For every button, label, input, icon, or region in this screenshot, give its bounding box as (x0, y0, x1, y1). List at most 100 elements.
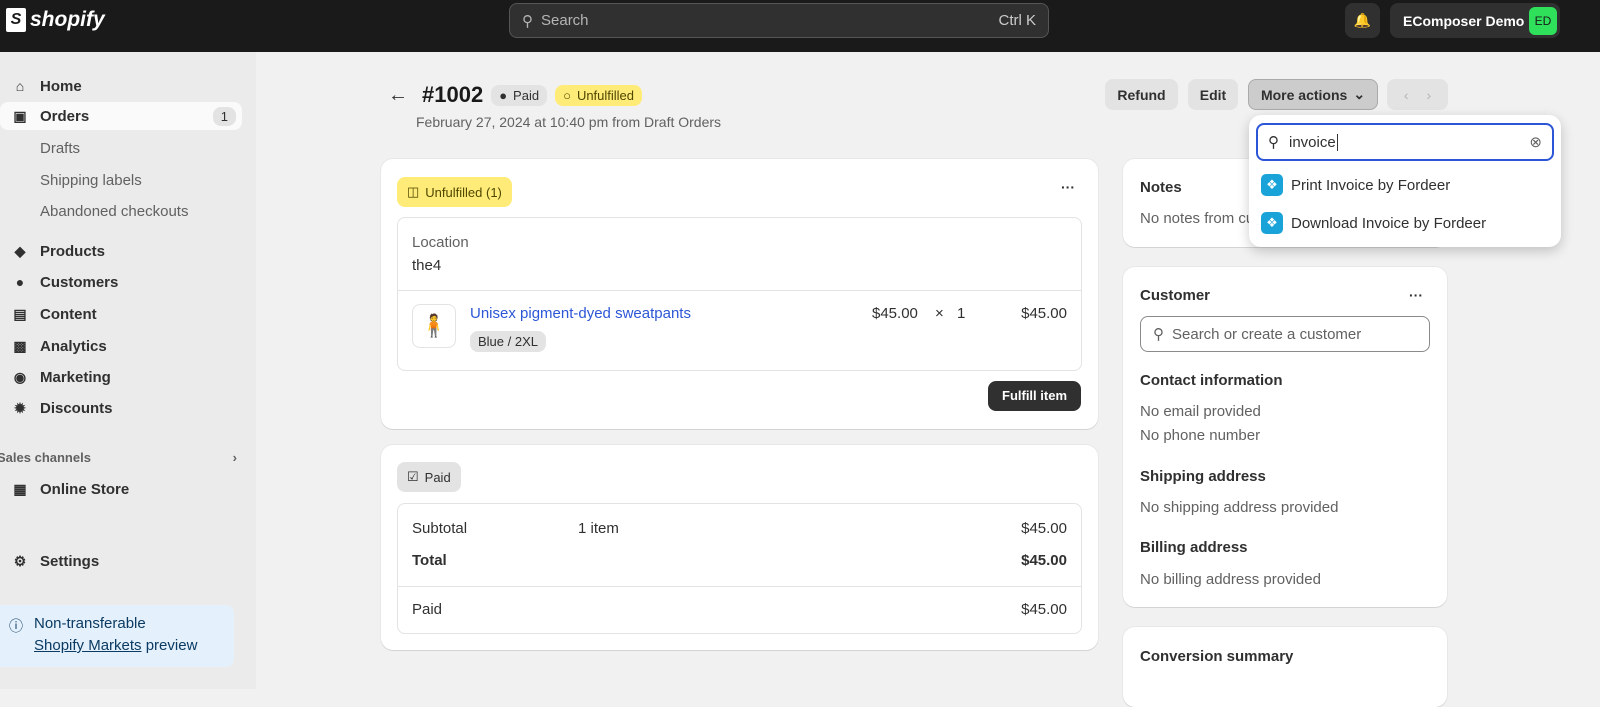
print-invoice-item[interactable]: ❖ Print Invoice by Fordeer (1261, 174, 1450, 196)
times-icon: × (935, 305, 944, 322)
unit-price: $45.00 (872, 305, 918, 322)
shopify-markets-link[interactable]: Shopify Markets (34, 637, 142, 654)
more-actions-button[interactable]: More actions ⌄ (1248, 79, 1378, 110)
target-icon: ◉ (13, 368, 27, 385)
sidebar-item-online-store[interactable]: ▦ Online Store (0, 475, 242, 503)
divider (398, 290, 1081, 291)
store-icon: ▦ (13, 480, 27, 497)
subtotal-value: $45.00 (1021, 520, 1067, 537)
product-thumbnail: 🧍 (412, 304, 456, 348)
refund-button[interactable]: Refund (1105, 79, 1178, 110)
product-link[interactable]: Unisex pigment-dyed sweatpants (470, 305, 691, 322)
fordeer-app-icon: ❖ (1261, 174, 1283, 196)
sales-channels-header[interactable]: Sales channels › (0, 450, 237, 465)
avatar: ED (1529, 6, 1557, 35)
conversion-title: Conversion summary (1140, 648, 1294, 665)
discount-icon: ✹ (14, 399, 26, 416)
person-icon: ● (15, 274, 25, 290)
info-icon: ⓘ (9, 618, 23, 634)
order-pagination: ‹ › (1387, 79, 1448, 110)
shortcut-hint: Ctrl K (998, 12, 1037, 29)
page-title: #1002 (422, 82, 484, 107)
orders-count-badge: 1 (212, 106, 236, 126)
sidebar-item-home[interactable]: ⌂ Home (0, 72, 242, 100)
conversion-card: Conversion summary (1123, 627, 1447, 707)
dot-icon: ● (499, 87, 508, 103)
gear-icon: ⚙ (13, 552, 27, 569)
more-options-icon[interactable]: ··· (1061, 179, 1075, 195)
sidebar-item-abandoned-checkouts[interactable]: Abandoned checkouts (0, 197, 242, 225)
previous-order-icon[interactable]: ‹ (1404, 87, 1409, 103)
sidebar-item-marketing[interactable]: ◉ Marketing (0, 363, 242, 391)
billing-text: No billing address provided (1140, 571, 1321, 588)
billing-title: Billing address (1140, 539, 1248, 556)
inbox-icon: ▣ (13, 107, 27, 124)
payment-summary: Subtotal 1 item $45.00 Total $45.00 Paid… (397, 503, 1082, 634)
circle-icon: ○ (563, 87, 571, 103)
subtotal-label: Subtotal (412, 520, 468, 537)
global-search[interactable]: ⚲ Search Ctrl K (509, 3, 1049, 38)
search-icon: ⚲ (1268, 134, 1279, 151)
sidebar-item-settings[interactable]: ⚙ Settings (0, 547, 242, 575)
variant-badge: Blue / 2XL (470, 331, 546, 352)
sidebar-item-analytics[interactable]: ▩ Analytics (0, 332, 242, 360)
fordeer-app-icon: ❖ (1261, 212, 1283, 234)
search-icon: ⚲ (1153, 326, 1164, 343)
sidebar: ⌂ Home ▣ Orders 1 Drafts Shipping labels Ab… (0, 52, 256, 689)
contact-title: Contact information (1140, 372, 1283, 389)
chevron-down-icon: ⌄ (1353, 86, 1366, 102)
sidebar-item-orders[interactable]: ▣ Orders 1 (0, 102, 242, 130)
phone-text: No phone number (1140, 427, 1261, 444)
divider (398, 586, 1081, 587)
back-arrow-icon[interactable]: ← (388, 84, 408, 107)
order-date: February 27, 2024 at 10:40 pm from Draft… (416, 114, 722, 130)
total-value: $45.00 (1021, 552, 1067, 569)
edit-button[interactable]: Edit (1188, 79, 1238, 110)
action-search-input[interactable]: ⚲ invoice ⊗ (1256, 123, 1554, 161)
more-options-icon[interactable]: ··· (1409, 287, 1423, 303)
download-invoice-item[interactable]: ❖ Download Invoice by Fordeer (1261, 212, 1486, 234)
line-items: Location the4 🧍 Unisex pigment-dyed swea… (397, 217, 1082, 371)
next-order-icon[interactable]: › (1427, 87, 1432, 103)
customer-search-input[interactable]: ⚲ Search or create a customer (1140, 316, 1430, 352)
paid-label: Paid (412, 601, 443, 618)
unfulfilled-badge: ◫ Unfulfilled (1) (397, 177, 512, 207)
customer-title: Customer (1140, 287, 1211, 304)
line-total: $45.00 (1021, 305, 1067, 322)
content-icon: ▤ (13, 305, 27, 322)
shipping-title: Shipping address (1140, 468, 1266, 485)
top-bar: Sshopify ⚲ Search Ctrl K 🔔 EComposer Demo E… (0, 0, 1600, 52)
clear-icon[interactable]: ⊗ (1529, 133, 1542, 151)
sidebar-item-content[interactable]: ▤ Content (0, 300, 242, 328)
paid-value: $45.00 (1021, 601, 1067, 618)
fulfillment-status-badge: ○ Unfulfilled (555, 84, 643, 106)
notes-title: Notes (1140, 179, 1182, 196)
bar-chart-icon: ▩ (13, 337, 27, 354)
payment-card: ☑ Paid Subtotal 1 item $45.00 Total $45.0… (381, 445, 1098, 650)
receipt-icon: ☑ (407, 469, 419, 484)
fulfill-item-button[interactable]: Fulfill item (988, 381, 1081, 411)
package-icon: ◫ (407, 184, 420, 199)
shipping-text: No shipping address provided (1140, 499, 1339, 516)
total-label: Total (412, 552, 447, 569)
sidebar-item-drafts[interactable]: Drafts (0, 134, 242, 162)
subtotal-items: 1 item (578, 520, 619, 537)
payment-status-badge: ● Paid (491, 84, 548, 106)
location-value: the4 (412, 257, 442, 274)
sidebar-item-discounts[interactable]: ✹ Discounts (0, 394, 242, 422)
sidebar-item-products[interactable]: ◆ Products (0, 237, 242, 265)
paid-badge: ☑ Paid (397, 462, 461, 492)
email-text: No email provided (1140, 403, 1261, 420)
tag-icon: ◆ (14, 242, 26, 259)
chevron-right-icon: › (232, 450, 237, 465)
quantity: 1 (957, 305, 966, 322)
notifications-bell-icon[interactable]: 🔔 (1345, 3, 1380, 38)
sidebar-item-shipping-labels[interactable]: Shipping labels (0, 166, 242, 194)
store-menu[interactable]: EComposer Demo ED (1390, 3, 1560, 38)
location-label: Location (412, 234, 469, 251)
shopify-logo[interactable]: Sshopify (6, 8, 105, 32)
more-actions-dropdown: ⚲ invoice ⊗ ❖ Print Invoice by Fordeer ❖ Dow… (1249, 115, 1561, 247)
sidebar-item-customers[interactable]: ● Customers (0, 268, 242, 296)
customer-card: Customer ··· ⚲ Search or create a custome… (1123, 267, 1447, 607)
fulfillment-card: ◫ Unfulfilled (1) ··· Location the4 🧍 Uni… (381, 159, 1098, 429)
